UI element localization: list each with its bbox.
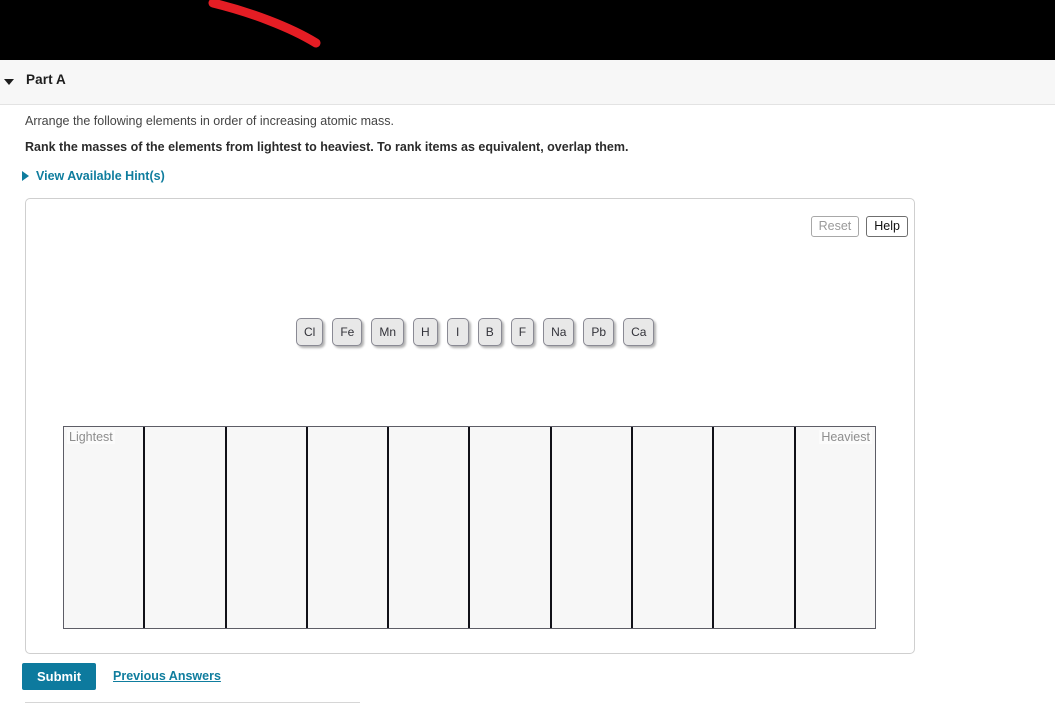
element-tile[interactable]: Na <box>543 318 575 346</box>
part-collapse-toggle[interactable] <box>2 76 16 88</box>
ranking-bin[interactable] <box>308 427 390 628</box>
ranking-bin[interactable]: Lightest <box>64 427 146 628</box>
ranking-bin[interactable] <box>714 427 796 628</box>
ranking-bin[interactable] <box>227 427 308 628</box>
heaviest-label: Heaviest <box>819 430 872 444</box>
help-button[interactable]: Help <box>866 216 908 237</box>
bottom-divider <box>25 702 360 703</box>
question-prompt: Arrange the following elements in order … <box>25 114 394 128</box>
element-tile[interactable]: Fe <box>332 318 363 346</box>
element-tile[interactable]: Cl <box>296 318 324 346</box>
element-tile[interactable]: Ca <box>623 318 655 346</box>
ranking-bin[interactable] <box>145 427 227 628</box>
part-header-band: Part A <box>0 60 1055 105</box>
question-instruction: Rank the masses of the elements from lig… <box>25 140 629 154</box>
ranking-bin[interactable] <box>633 427 715 628</box>
element-tile[interactable]: I <box>446 318 469 346</box>
red-annotation-stroke <box>208 0 321 48</box>
element-tile-tray: Cl Fe Mn H I B F Na Pb Ca <box>296 318 655 346</box>
ranking-bin[interactable] <box>552 427 634 628</box>
top-banner <box>0 0 1055 60</box>
ranking-answer-panel: Reset Help Cl Fe Mn H I B F Na Pb Ca Lig… <box>25 198 915 654</box>
page-title: Part A <box>26 72 66 87</box>
panel-button-group: Reset Help <box>810 216 908 237</box>
element-tile[interactable]: Mn <box>371 318 405 346</box>
view-hints-label: View Available Hint(s) <box>36 169 165 183</box>
element-tile[interactable]: H <box>413 318 438 346</box>
element-tile[interactable]: B <box>477 318 502 346</box>
view-hints-link[interactable]: View Available Hint(s) <box>22 169 165 183</box>
triangle-down-icon <box>4 79 14 85</box>
ranking-bin[interactable]: Heaviest <box>796 427 875 628</box>
ranking-bin[interactable] <box>389 427 471 628</box>
element-tile[interactable]: Pb <box>583 318 615 346</box>
element-tile[interactable]: F <box>510 318 535 346</box>
ranking-bin-container: Lightest Heaviest <box>63 426 876 629</box>
submit-button[interactable]: Submit <box>22 663 96 690</box>
triangle-right-icon <box>22 171 29 181</box>
ranking-bin[interactable] <box>470 427 552 628</box>
previous-answers-link[interactable]: Previous Answers <box>113 669 221 683</box>
lightest-label: Lightest <box>67 430 115 444</box>
reset-button[interactable]: Reset <box>810 216 860 237</box>
